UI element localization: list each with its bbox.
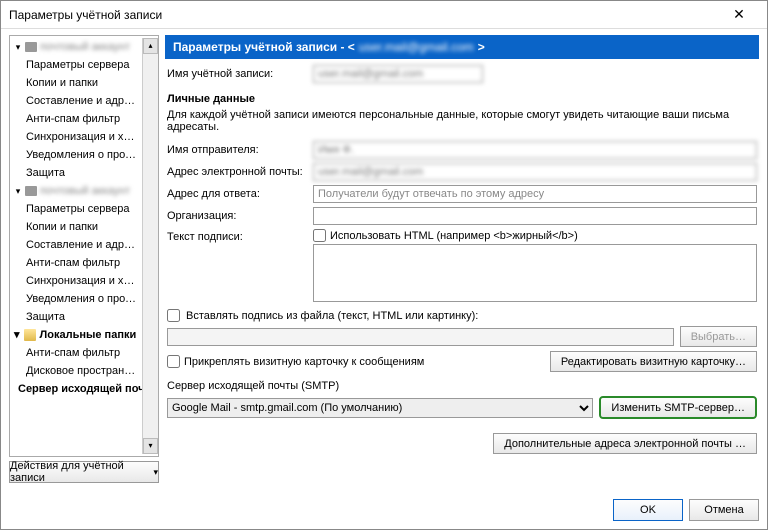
tree-item-antispam[interactable]: Анти-спам фильтр — [10, 110, 142, 128]
smtp-select[interactable]: Google Mail - smtp.gmail.com (По умолчан… — [167, 398, 593, 418]
email-input[interactable] — [313, 163, 757, 181]
outgoing-server-node[interactable]: Сервер исходящей поч… — [10, 380, 142, 398]
signature-label: Текст подписи: — [167, 229, 307, 243]
tree-item-sync-storage[interactable]: Синхронизация и хранение — [10, 128, 142, 146]
tree-item-sync-storage[interactable]: Синхронизация и хранение — [10, 272, 142, 290]
scroll-down-icon[interactable]: ▾ — [143, 438, 158, 454]
vcard-label: Прикреплять визитную карточку к сообщени… — [184, 356, 424, 368]
folder-icon — [24, 329, 36, 341]
edit-vcard-button[interactable]: Редактировать визитную карточку… — [550, 351, 757, 372]
tree-item-antispam-local[interactable]: Анти-спам фильтр — [10, 344, 142, 362]
personal-section-title: Личные данные — [167, 93, 757, 105]
tree-item-antispam[interactable]: Анти-спам фильтр — [10, 254, 142, 272]
body: ▾ почтовый аккаунт Параметры сервера Коп… — [1, 29, 767, 491]
chevron-down-icon: ▾ — [14, 184, 22, 198]
signature-file-label: Вставлять подпись из файла (текст, HTML … — [186, 310, 478, 322]
scroll-up-icon[interactable]: ▴ — [143, 38, 158, 54]
org-label: Организация: — [167, 210, 307, 222]
local-folders-node[interactable]: ▾ Локальные папки — [10, 326, 142, 344]
mail-icon — [25, 186, 37, 196]
tree-item-read-receipts[interactable]: Уведомления о прочтении — [10, 290, 142, 308]
account-tree: ▾ почтовый аккаунт Параметры сервера Коп… — [9, 35, 159, 457]
tree-item-security[interactable]: Защита — [10, 308, 142, 326]
tree-item-read-receipts[interactable]: Уведомления о прочтении — [10, 146, 142, 164]
account-2-label: почтовый аккаунт — [40, 184, 138, 198]
account-node-2[interactable]: ▾ почтовый аккаунт — [10, 182, 142, 200]
reply-input[interactable] — [313, 185, 757, 203]
tree-item-disk-space[interactable]: Дисковое пространство — [10, 362, 142, 380]
smtp-section-label: Сервер исходящей почты (SMTP) — [167, 380, 757, 392]
dialog-footer: OK Отмена — [1, 491, 767, 529]
banner-prefix: Параметры учётной записи - < — [173, 40, 355, 54]
account-settings-window: Параметры учётной записи ✕ ▾ почтовый ак… — [0, 0, 768, 530]
tree-scroll[interactable]: ▾ почтовый аккаунт Параметры сервера Коп… — [10, 38, 142, 454]
signature-file-checkbox[interactable] — [167, 309, 180, 322]
personal-section-desc: Для каждой учётной записи имеются персон… — [167, 109, 757, 133]
signature-textarea[interactable] — [313, 244, 757, 302]
chevron-down-icon: ▾ — [153, 467, 158, 478]
cancel-button[interactable]: Отмена — [689, 499, 759, 521]
tree-item-composition[interactable]: Составление и адресация — [10, 92, 142, 110]
outgoing-server-label: Сервер исходящей поч… — [18, 382, 142, 396]
signature-html-checkbox[interactable] — [313, 229, 326, 242]
email-label: Адрес электронной почты: — [167, 166, 307, 178]
main-panel: Параметры учётной записи - < user.mail@g… — [165, 35, 759, 483]
tree-item-server-params[interactable]: Параметры сервера — [10, 56, 142, 74]
local-folders-label: Локальные папки — [40, 328, 137, 342]
account-1-label: почтовый аккаунт — [40, 40, 138, 54]
banner-email: user.mail@gmail.com — [359, 40, 474, 54]
tree-scrollbar[interactable]: ▴ ▾ — [142, 38, 158, 454]
tree-item-copies-folders[interactable]: Копии и папки — [10, 218, 142, 236]
extra-addresses-button[interactable]: Дополнительные адреса электронной почты … — [493, 433, 757, 454]
account-node-1[interactable]: ▾ почтовый аккаунт — [10, 38, 142, 56]
org-input[interactable] — [313, 207, 757, 225]
ok-button[interactable]: OK — [613, 499, 683, 521]
browse-button: Выбрать… — [680, 326, 757, 347]
sender-name-label: Имя отправителя: — [167, 144, 307, 156]
sender-name-input[interactable] — [313, 141, 757, 159]
close-icon[interactable]: ✕ — [719, 6, 759, 23]
reply-label: Адрес для ответа: — [167, 188, 307, 200]
chevron-down-icon: ▾ — [14, 328, 20, 342]
edit-smtp-button[interactable]: Изменить SMTP-сервер… — [599, 396, 757, 419]
account-name-input[interactable] — [313, 65, 483, 83]
signature-file-path-input — [167, 328, 674, 346]
mail-icon — [25, 42, 37, 52]
scroll-track[interactable] — [143, 54, 158, 438]
tree-item-copies-folders[interactable]: Копии и папки — [10, 74, 142, 92]
account-actions-button[interactable]: Действия для учётной записи ▾ — [9, 461, 159, 483]
tree-item-server-params[interactable]: Параметры сервера — [10, 200, 142, 218]
sidebar: ▾ почтовый аккаунт Параметры сервера Коп… — [9, 35, 159, 483]
titlebar: Параметры учётной записи ✕ — [1, 1, 767, 29]
tree-item-security[interactable]: Защита — [10, 164, 142, 182]
content: Имя учётной записи: Личные данные Для ка… — [165, 59, 759, 483]
vcard-checkbox[interactable] — [167, 355, 180, 368]
account-actions-label: Действия для учётной записи — [10, 460, 151, 484]
chevron-down-icon: ▾ — [14, 40, 22, 54]
banner-suffix: > — [478, 40, 485, 54]
signature-html-label: Использовать HTML (например <b>жирный</b… — [330, 230, 578, 242]
account-name-label: Имя учётной записи: — [167, 68, 307, 80]
tree-item-composition[interactable]: Составление и адресация — [10, 236, 142, 254]
panel-banner: Параметры учётной записи - < user.mail@g… — [165, 35, 759, 59]
window-title: Параметры учётной записи — [9, 8, 719, 22]
